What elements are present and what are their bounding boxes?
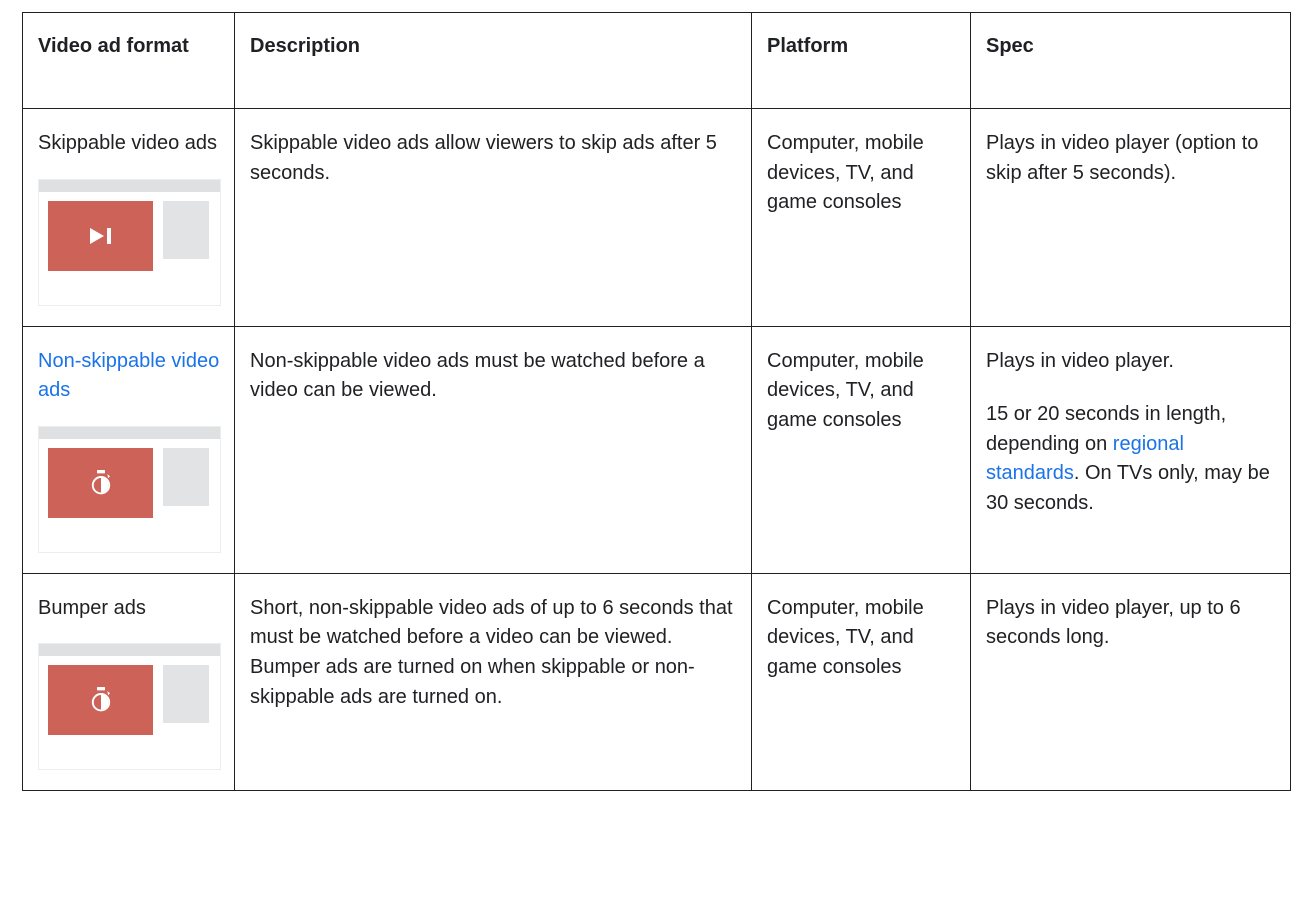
column-header-description: Description	[234, 12, 752, 109]
cell-platform: Computer, mobile devices, TV, and game c…	[751, 572, 971, 792]
cell-description: Non-skippable video ads must be watched …	[234, 325, 752, 574]
thumbnail-video-area	[48, 200, 153, 271]
table-header: Video ad format Description Platform Spe…	[22, 12, 1291, 109]
thumbnail-sidebar-placeholder	[163, 447, 209, 506]
video-ad-formats-table: Video ad format Description Platform Spe…	[22, 12, 1291, 792]
stopwatch-icon	[91, 687, 110, 712]
thumbnail-video-area	[48, 665, 153, 736]
platform-text: Computer, mobile devices, TV, and game c…	[767, 132, 924, 214]
spec-text-before-link: 15 or 20 seconds in length, depending on	[986, 403, 1227, 455]
format-label-skippable: Skippable video ads	[38, 132, 218, 154]
format-label-bumper: Bumper ads	[38, 596, 146, 619]
stopwatch-icon	[91, 469, 110, 495]
page-root: Video ad format Description Platform Spe…	[0, 0, 1314, 924]
table-row: Non-skippable video ads Non-skippable vi…	[22, 325, 1291, 574]
thumbnail-skippable	[38, 178, 221, 306]
thumbnail-body	[39, 656, 220, 769]
table-row: Bumper ads Short, non-skippable video ad…	[22, 572, 1291, 792]
thumbnail-non-skippable	[38, 425, 221, 553]
cell-description: Short, non-skippable video ads of up to …	[234, 572, 752, 792]
cell-spec: Plays in video player, up to 6 seconds l…	[970, 572, 1291, 792]
format-link-non-skippable[interactable]: Non-skippable video ads	[38, 347, 220, 406]
description-text: Skippable video ads allow viewers to ski…	[250, 132, 717, 184]
spec-text-with-link: 15 or 20 seconds in length, depending on…	[986, 400, 1276, 518]
column-header-spec: Spec	[970, 12, 1291, 109]
cell-description: Skippable video ads allow viewers to ski…	[234, 108, 752, 327]
description-text: Short, non-skippable video ads of up to …	[250, 596, 733, 708]
platform-text: Computer, mobile devices, TV, and game c…	[767, 349, 924, 431]
spec-text: Plays in video player, up to 6 seconds l…	[986, 596, 1241, 649]
cell-platform: Computer, mobile devices, TV, and game c…	[751, 325, 971, 574]
cell-spec: Plays in video player. 15 or 20 seconds …	[970, 325, 1291, 574]
table-body: Skippable video ads Skippable video ads …	[22, 108, 1291, 792]
skip-next-icon	[89, 227, 111, 244]
table-header-row: Video ad format Description Platform Spe…	[22, 12, 1291, 109]
thumbnail-top-bar	[39, 644, 220, 657]
thumbnail-sidebar-placeholder	[163, 665, 209, 724]
table-row: Skippable video ads Skippable video ads …	[22, 108, 1291, 327]
description-text: Non-skippable video ads must be watched …	[250, 349, 705, 402]
cell-spec: Plays in video player (option to skip af…	[970, 108, 1291, 327]
spec-text: Plays in video player (option to skip af…	[986, 132, 1259, 184]
thumbnail-bumper	[38, 643, 221, 771]
thumbnail-top-bar	[39, 426, 220, 439]
cell-platform: Computer, mobile devices, TV, and game c…	[751, 108, 971, 327]
platform-text: Computer, mobile devices, TV, and game c…	[767, 596, 924, 678]
thumbnail-top-bar	[39, 179, 220, 192]
column-header-platform: Platform	[751, 12, 971, 109]
thumbnail-sidebar-placeholder	[163, 200, 209, 259]
cell-video-ad-format: Skippable video ads	[22, 108, 235, 327]
spec-text: Plays in video player.	[986, 349, 1174, 372]
thumbnail-video-area	[48, 447, 153, 518]
thumbnail-body	[39, 439, 220, 552]
column-header-video-ad-format: Video ad format	[22, 12, 235, 109]
cell-video-ad-format: Non-skippable video ads	[22, 325, 235, 574]
thumbnail-body	[39, 192, 220, 305]
cell-video-ad-format: Bumper ads	[22, 572, 235, 792]
